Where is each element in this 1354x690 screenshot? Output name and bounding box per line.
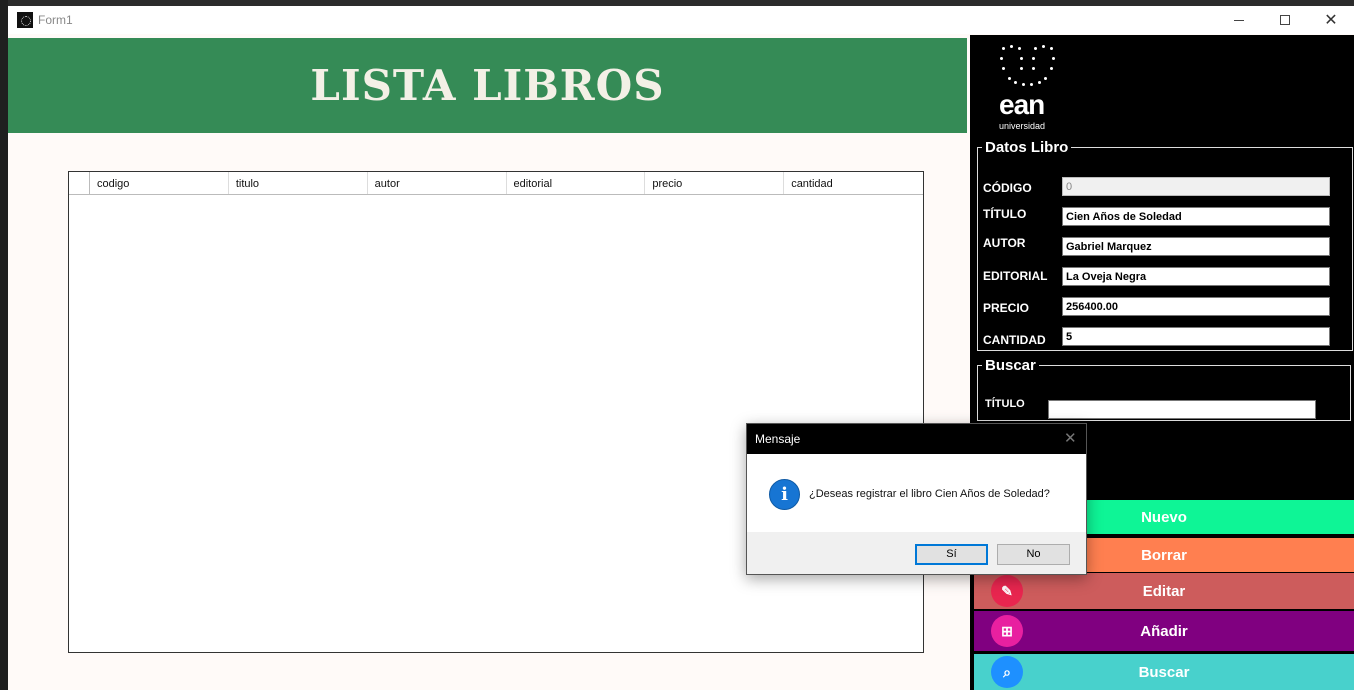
logo-dot xyxy=(1014,81,1017,84)
precio-field[interactable] xyxy=(1062,297,1330,316)
minimize-button[interactable] xyxy=(1216,6,1262,34)
page-title: LISTA LIBROS xyxy=(310,61,665,110)
cantidad-field[interactable] xyxy=(1062,327,1330,346)
cantidad-label: CANTIDAD xyxy=(983,333,1046,347)
buscar-button-label: Buscar xyxy=(1138,663,1190,681)
nuevo-button-label: Nuevo xyxy=(1141,508,1187,526)
header-banner: LISTA LIBROS xyxy=(8,38,967,133)
codigo-field xyxy=(1062,177,1330,196)
borrar-button-label: Borrar xyxy=(1141,546,1187,564)
dialog-title-bar[interactable]: Mensaje ✕ xyxy=(747,424,1086,454)
dialog-yes-button[interactable]: Sí xyxy=(915,544,988,565)
titulo-label: TÍTULO xyxy=(983,207,1027,221)
dialog-no-button[interactable]: No xyxy=(997,544,1070,565)
buscar-titulo-label: TÍTULO xyxy=(985,398,1025,410)
dialog-footer: Sí No xyxy=(747,532,1086,574)
logo-dot xyxy=(1020,67,1023,70)
confirm-dialog: Mensaje ✕ i ¿Deseas registrar el libro C… xyxy=(746,423,1087,575)
logo-dot xyxy=(1002,67,1005,70)
grid-column-autor[interactable]: autor xyxy=(368,172,507,194)
grid-row-header-corner[interactable] xyxy=(69,172,90,194)
codigo-label: CÓDIGO xyxy=(983,181,1032,195)
titulo-field[interactable] xyxy=(1062,207,1330,226)
dialog-message: ¿Deseas registrar el libro Cien Años de … xyxy=(809,488,1050,500)
anadir-button[interactable]: ⊞ Añadir xyxy=(974,611,1354,651)
pencil-icon: ✎ xyxy=(991,575,1023,607)
books-data-grid[interactable]: codigo titulo autor editorial precio can… xyxy=(68,171,924,653)
logo-dot xyxy=(1008,77,1011,80)
close-icon: ✕ xyxy=(1324,12,1338,29)
logo-dot xyxy=(1052,57,1055,60)
grid-column-precio[interactable]: precio xyxy=(645,172,785,194)
form-window: Form1 ✕ LISTA LIBROS codigo titulo autor… xyxy=(8,6,1354,690)
grid-header-row: codigo titulo autor editorial precio can… xyxy=(69,172,923,195)
maximize-button[interactable] xyxy=(1262,6,1308,34)
add-folder-icon: ⊞ xyxy=(991,615,1023,647)
grid-column-codigo[interactable]: codigo xyxy=(90,172,229,194)
window-title: Form1 xyxy=(38,13,73,27)
dialog-close-icon[interactable]: ✕ xyxy=(1064,429,1077,447)
logo-dot xyxy=(1032,67,1035,70)
minimize-icon xyxy=(1234,19,1244,21)
logo-dot xyxy=(1010,45,1013,48)
grid-column-titulo[interactable]: titulo xyxy=(229,172,368,194)
buscar-titulo-field[interactable] xyxy=(1048,400,1316,419)
logo-dot xyxy=(1002,47,1005,50)
precio-label: PRECIO xyxy=(983,301,1030,315)
editar-button[interactable]: ✎ Editar xyxy=(974,573,1354,609)
datos-libro-legend: Datos Libro xyxy=(985,139,1069,156)
ide-background-edge xyxy=(0,0,8,690)
info-icon: i xyxy=(769,479,800,510)
app-icon xyxy=(17,12,33,28)
logo-dot xyxy=(1038,81,1041,84)
logo-word: ean xyxy=(999,89,1045,120)
autor-field[interactable] xyxy=(1062,237,1330,256)
logo-dot xyxy=(1020,57,1023,60)
logo-dot xyxy=(1018,47,1021,50)
logo-dot xyxy=(1034,47,1037,50)
buscar-button[interactable]: ⌕ Buscar xyxy=(974,654,1354,690)
ean-logo: ean universidad xyxy=(995,45,1065,131)
logo-dot xyxy=(1050,47,1053,50)
logo-dot xyxy=(1032,57,1035,60)
grid-column-editorial[interactable]: editorial xyxy=(507,172,646,194)
right-panel: ean universidad Datos Libro CÓDIGO TÍTUL… xyxy=(970,35,1354,690)
dialog-title: Mensaje xyxy=(755,432,801,446)
grid-column-cantidad[interactable]: cantidad xyxy=(784,172,923,194)
editorial-field[interactable] xyxy=(1062,267,1330,286)
logo-sub: universidad xyxy=(999,121,1046,131)
ean-dots-logo-icon xyxy=(1000,45,1056,91)
editorial-label: EDITORIAL xyxy=(983,269,1048,283)
buscar-legend: Buscar xyxy=(985,357,1036,374)
maximize-icon xyxy=(1280,15,1290,25)
autor-label: AUTOR xyxy=(983,236,1026,250)
anadir-button-label: Añadir xyxy=(1140,622,1188,640)
logo-dot xyxy=(1050,67,1053,70)
editar-button-label: Editar xyxy=(1142,582,1186,600)
title-bar[interactable]: Form1 ✕ xyxy=(8,6,1354,34)
close-button[interactable]: ✕ xyxy=(1308,6,1354,34)
search-folder-icon: ⌕ xyxy=(991,656,1023,688)
logo-dot xyxy=(1030,83,1033,86)
logo-dot xyxy=(1042,45,1045,48)
logo-dot xyxy=(1022,83,1025,86)
logo-dot xyxy=(1044,77,1047,80)
logo-dot xyxy=(1000,57,1003,60)
